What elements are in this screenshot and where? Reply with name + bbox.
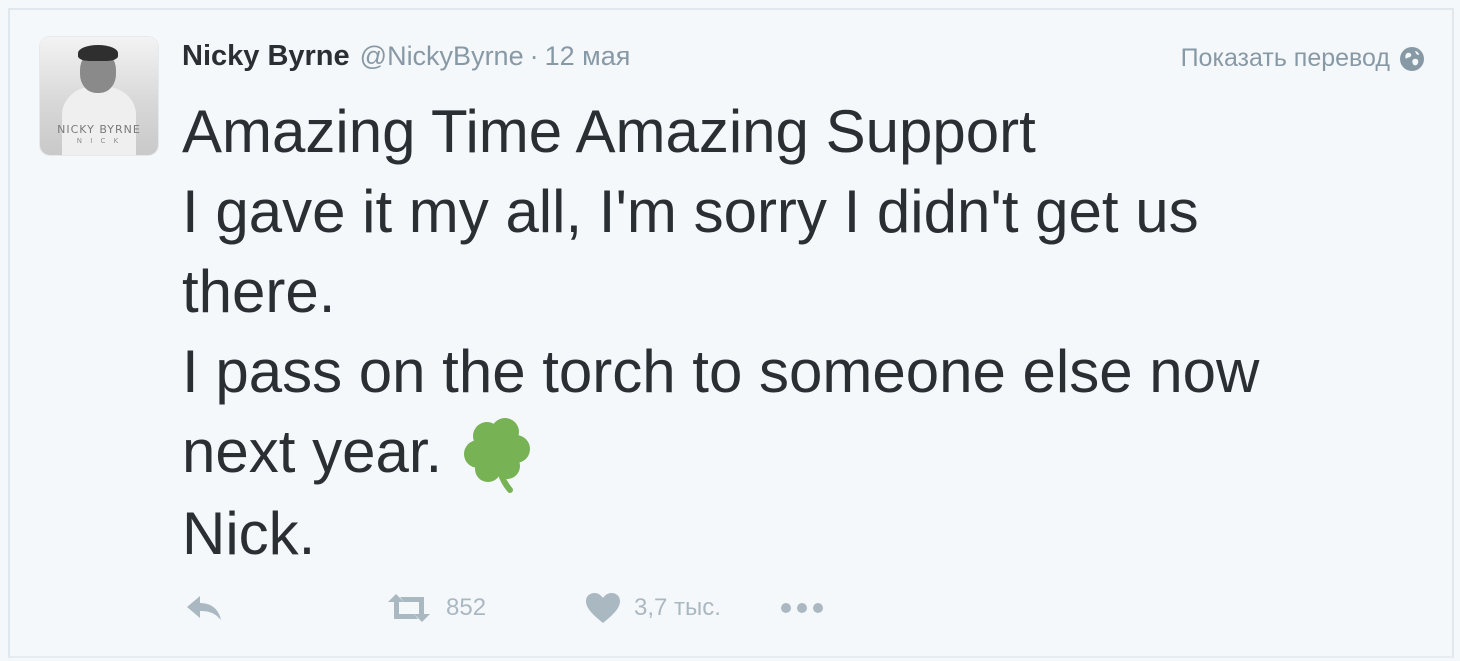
- tweet-text-line: Amazing Time Amazing Support: [182, 98, 1036, 165]
- retweet-button[interactable]: 852: [384, 592, 584, 624]
- like-button[interactable]: 3,7 тыс.: [584, 591, 778, 625]
- tweet-header: Nicky Byrne @NickyByrne · 12 мая: [182, 40, 630, 76]
- tweet-text-line-with-emoji: next year.: [182, 412, 1362, 494]
- retweet-count: 852: [446, 594, 487, 621]
- tweet-text-line: I gave it my all, I'm sorry I didn't get…: [182, 178, 1199, 245]
- avatar[interactable]: NICKY BYRNE N I C K: [40, 37, 158, 155]
- retweet-icon: [388, 594, 430, 622]
- heart-icon: [586, 593, 620, 623]
- avatar-logo-text: NICKY BYRNE: [57, 123, 141, 136]
- like-count: 3,7 тыс.: [634, 594, 721, 621]
- show-translation-link[interactable]: Показать перевод: [1181, 44, 1426, 73]
- tweet-actions: 852 3,7 тыс.: [184, 588, 826, 628]
- show-translation-label: Показать перевод: [1180, 44, 1390, 72]
- avatar-figure-hair: [78, 45, 118, 61]
- tweet-text-line: next year.: [182, 418, 443, 485]
- tweet-text-line: I pass on the torch to someone else now: [182, 338, 1260, 405]
- shamrock-icon: [458, 412, 540, 494]
- tweet-text-line: there.: [182, 258, 336, 325]
- avatar-logo-subtext: N I C K: [76, 137, 122, 145]
- tweet-text: Amazing Time Amazing Support I gave it m…: [182, 92, 1362, 574]
- author-fullname[interactable]: Nicky Byrne: [182, 40, 350, 73]
- tweet-timestamp[interactable]: 12 мая: [545, 41, 631, 72]
- reply-button[interactable]: [184, 592, 384, 624]
- author-username[interactable]: @NickyByrne: [360, 41, 524, 72]
- header-separator: ·: [529, 41, 539, 71]
- more-icon[interactable]: [778, 601, 826, 615]
- reply-icon: [187, 596, 221, 620]
- tweet-card[interactable]: NICKY BYRNE N I C K Nicky Byrne @NickyBy…: [8, 8, 1454, 658]
- globe-icon: [1398, 45, 1426, 73]
- tweet-text-line: Nick.: [182, 500, 316, 567]
